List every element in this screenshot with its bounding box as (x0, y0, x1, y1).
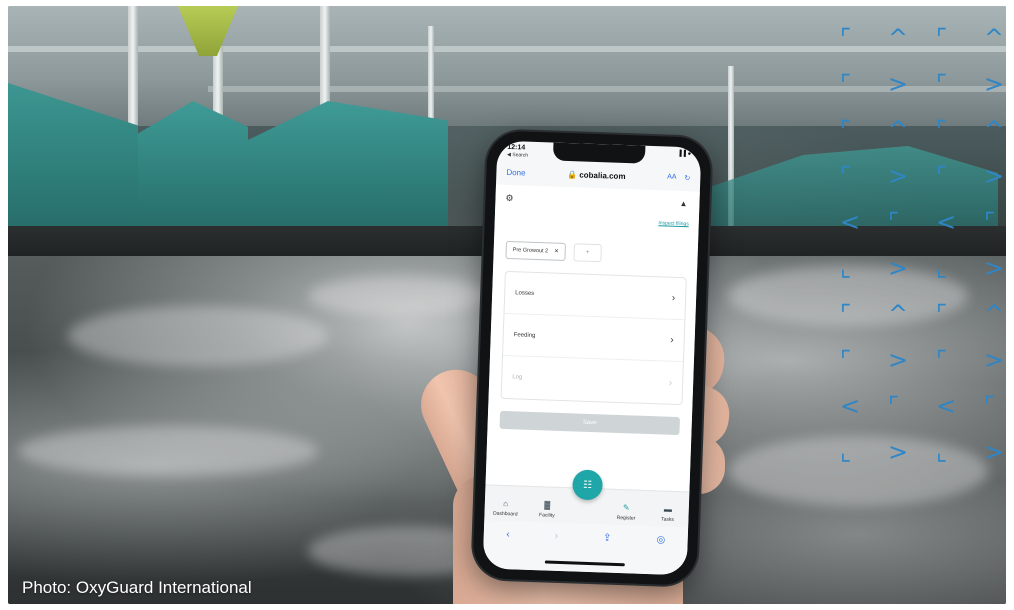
water-foam (308, 276, 488, 316)
chip-label: Pre Growout 2 (512, 247, 549, 255)
chevron-right-glyph: > (888, 254, 909, 282)
corner-glyph: ⌜ (936, 116, 948, 144)
water-foam (18, 426, 318, 476)
bell-icon[interactable]: ▲ (679, 199, 687, 208)
unit-chip[interactable]: Pre Growout 2 ✕ (505, 240, 567, 262)
close-icon[interactable]: ✕ (554, 249, 559, 255)
caret-up-glyph: ^ (888, 116, 909, 144)
corner-glyph: ⌜ (936, 24, 948, 52)
corner-glyph: ⌜ (888, 208, 900, 236)
corner-glyph: ⌜ (888, 392, 900, 420)
corner-glyph: ⌜ (840, 116, 852, 144)
home-icon: ⌂ (503, 498, 509, 509)
done-button[interactable]: Done (506, 167, 525, 177)
chevron-right-glyph: > (984, 346, 1005, 374)
corner-glyph: ⌜ (840, 300, 852, 328)
corner-glyph: ⌜ (936, 300, 948, 328)
caret-up-glyph: ^ (888, 24, 909, 52)
chevron-right-glyph: > (984, 438, 1005, 466)
chevron-left-glyph: < (840, 208, 861, 236)
share-icon[interactable]: ⇪ (602, 532, 612, 572)
corner-glyph: ⌜ (840, 24, 852, 52)
chevron-right-icon: › (668, 377, 673, 389)
corner-glyph: ⌜ (840, 346, 852, 374)
corner-glyph: ⌜ (936, 70, 948, 98)
chevron-right-glyph: > (888, 162, 909, 190)
caret-up-glyph: ^ (984, 116, 1005, 144)
corner-bl-glyph: ⌞ (840, 438, 852, 466)
chevron-right-glyph: > (888, 438, 909, 466)
list-item-label: Feeding (513, 331, 536, 339)
chevron-left-glyph: < (936, 392, 957, 420)
phone-notch (552, 142, 646, 164)
register-options-card: Losses › Feeding › Log › (500, 270, 687, 406)
list-item-losses[interactable]: Losses › (504, 271, 686, 321)
chevron-right-icon: › (671, 292, 676, 304)
tab-label: Register (616, 514, 636, 522)
decorative-glyph-grid: ⌜ ^ ⌜ ^ ⌜ > ⌜ > ⌜ ^ ⌜ ^ ⌜ > ⌜ > < ⌜ < ⌜ … (840, 26, 1006, 476)
corner-glyph: ⌜ (936, 162, 948, 190)
corner-glyph: ⌜ (840, 70, 852, 98)
add-unit-button[interactable]: + (573, 243, 602, 263)
compass-icon[interactable]: ◎ (655, 534, 665, 574)
tab-label: Tasks (661, 516, 675, 523)
tab-tasks[interactable]: ▬ Tasks (650, 504, 685, 523)
tab-register[interactable]: ✎ Register (609, 503, 644, 522)
corner-bl-glyph: ⌞ (936, 254, 948, 282)
app-content: ⚙ ▲ Inspect filings Pre Growout 2 ✕ + Lo… (485, 184, 700, 492)
gear-icon[interactable]: ⚙ (505, 193, 513, 204)
list-item-label: Losses (515, 289, 535, 297)
tab-facility[interactable]: ▓ Facility (530, 500, 565, 519)
list-item-log[interactable]: Log › (502, 356, 683, 404)
save-button[interactable]: Save (499, 410, 680, 436)
tab-dashboard[interactable]: ⌂ Dashboard (488, 498, 523, 518)
corner-glyph: ⌜ (936, 346, 948, 374)
url-actions: AA ↻ (667, 174, 690, 183)
status-back-search[interactable]: ◀ Search (507, 152, 528, 159)
list-item-feeding[interactable]: Feeding › (503, 313, 685, 363)
chevron-right-glyph: > (984, 70, 1005, 98)
chevron-right-glyph: > (888, 70, 909, 98)
chevron-right-glyph: > (888, 346, 909, 374)
chevron-left-glyph: < (840, 392, 861, 420)
phone-screen: 12:14 ◀ Search ▐▐ ● Done 🔒 cobalia.com A… (482, 140, 702, 576)
forward-icon[interactable]: › (553, 531, 558, 571)
inspect-link[interactable]: Inspect filings (658, 220, 688, 227)
pencil-icon: ✎ (622, 503, 630, 513)
corner-bl-glyph: ⌞ (936, 438, 948, 466)
tab-spacer (571, 519, 601, 520)
corner-glyph: ⌜ (984, 392, 996, 420)
folder-icon: ▬ (663, 504, 673, 514)
url-domain[interactable]: 🔒 cobalia.com (567, 170, 626, 181)
photo-frame: 12:14 ◀ Search ▐▐ ● Done 🔒 cobalia.com A… (8, 6, 1006, 604)
reload-icon[interactable]: ↻ (684, 174, 690, 182)
corner-bl-glyph: ⌞ (840, 254, 852, 282)
safari-toolbar: ‹ › ⇪ ◎ (482, 520, 689, 576)
chevron-right-glyph: > (984, 162, 1005, 190)
corner-glyph: ⌜ (984, 208, 996, 236)
smartphone: 12:14 ◀ Search ▐▐ ● Done 🔒 cobalia.com A… (472, 130, 712, 586)
chevron-right-icon: › (670, 334, 674, 346)
facility-icon: ▓ (544, 500, 551, 510)
water-foam (68, 306, 328, 366)
caret-up-glyph: ^ (984, 300, 1005, 328)
photo-credit: Photo: OxyGuard International (22, 578, 252, 597)
chevron-left-glyph: < (936, 208, 957, 236)
tab-label: Dashboard (492, 510, 518, 518)
chevron-right-glyph: > (984, 254, 1005, 282)
list-item-label: Log (512, 374, 523, 381)
caret-up-glyph: ^ (888, 300, 909, 328)
corner-glyph: ⌜ (840, 162, 852, 190)
text-size-button[interactable]: AA (667, 174, 677, 182)
caret-up-glyph: ^ (984, 24, 1005, 52)
tab-label: Facility (538, 512, 555, 519)
signal-battery-icon: ▐▐ ● (677, 150, 692, 158)
status-time: 12:14 (507, 143, 526, 152)
back-icon[interactable]: ‹ (505, 529, 510, 569)
